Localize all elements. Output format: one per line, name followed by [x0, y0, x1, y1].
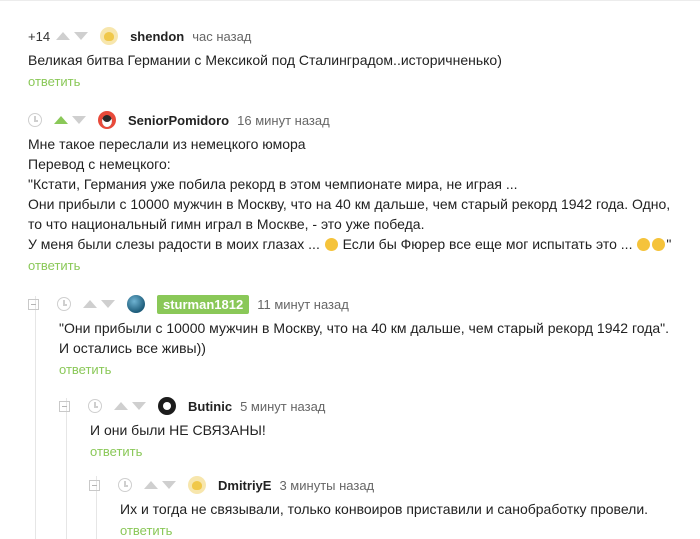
- avatar[interactable]: [188, 476, 206, 494]
- arrow-up-icon[interactable]: [83, 300, 97, 308]
- avatar[interactable]: [127, 295, 145, 313]
- author-name[interactable]: DmitriyE: [218, 478, 271, 493]
- collapse-icon[interactable]: [28, 298, 39, 310]
- comment-time[interactable]: 5 минут назад: [240, 399, 325, 414]
- clock-icon: [57, 297, 71, 311]
- author-name[interactable]: SeniorPomidoro: [128, 113, 229, 128]
- arrow-down-icon[interactable]: [72, 116, 86, 124]
- arrow-up-icon[interactable]: [56, 32, 71, 40]
- comment-line: то что национальный гимн играл в Москве,…: [28, 216, 425, 232]
- top-divider: [0, 0, 700, 1]
- comment-time[interactable]: 16 минут назад: [237, 113, 330, 128]
- collapse-icon[interactable]: [89, 479, 100, 491]
- comment-line: Если бы Фюрер все еще мог испытать это .…: [342, 236, 633, 252]
- avatar[interactable]: [100, 27, 119, 45]
- arrow-down-icon[interactable]: [162, 481, 176, 489]
- comment-body: Великая битва Германии с Мексикой под Ст…: [28, 50, 700, 70]
- clock-icon: [28, 113, 42, 127]
- reply-link[interactable]: ответить: [120, 523, 172, 538]
- smiley-emoji-icon: [652, 238, 666, 251]
- collapse-icon[interactable]: [59, 400, 70, 412]
- smiley-emoji-icon: [324, 238, 338, 251]
- comment-line: Они прибыли с 10000 мужчин в Москву, что…: [28, 196, 671, 212]
- comment-header: sturman1812 11 минут назад: [28, 293, 700, 315]
- comment-line: "Они прибыли с 10000 мужчин в Москву, чт…: [59, 320, 670, 336]
- clock-icon: [118, 478, 132, 492]
- comment-line: ": [666, 236, 672, 252]
- arrow-up-icon[interactable]: [54, 116, 68, 124]
- reply-link[interactable]: ответить: [28, 74, 80, 89]
- reply-link[interactable]: ответить: [90, 444, 142, 459]
- comment-body: Их и тогда не связывали, только конвоиро…: [89, 499, 700, 519]
- comment-rating: +14: [28, 28, 51, 44]
- comment-dmitriye: DmitriyE 3 минуты назад Их и тогда не св…: [89, 474, 700, 539]
- smiley-emoji-icon: [637, 238, 651, 251]
- comment-header: SeniorPomidoro 16 минут назад: [28, 109, 700, 131]
- comment-line: Великая битва Германии с Мексикой под Ст…: [28, 52, 502, 68]
- arrow-down-icon[interactable]: [74, 32, 89, 40]
- comment-line: И остались все живы)): [59, 340, 206, 356]
- reply-link[interactable]: ответить: [28, 258, 80, 273]
- comment-time[interactable]: час назад: [192, 29, 251, 44]
- arrow-down-icon[interactable]: [101, 300, 115, 308]
- comment-body: И они были НЕ СВЯЗАНЫ!: [59, 420, 700, 440]
- comment-header: Butinic 5 минут назад: [59, 395, 700, 417]
- comment-time[interactable]: 3 минуты назад: [279, 478, 374, 493]
- arrow-up-icon[interactable]: [114, 402, 128, 410]
- comment-line: У меня были слезы радости в моих глазах …: [28, 236, 320, 252]
- arrow-up-icon[interactable]: [144, 481, 158, 489]
- comment-body: "Они прибыли с 10000 мужчин в Москву, чт…: [28, 318, 700, 358]
- comment-sturman1812: sturman1812 11 минут назад "Они прибыли …: [28, 293, 700, 379]
- comment-line: И они были НЕ СВЯЗАНЫ!: [90, 422, 266, 438]
- author-name[interactable]: Butinic: [188, 399, 232, 414]
- arrow-down-icon[interactable]: [132, 402, 146, 410]
- comment-header: DmitriyE 3 минуты назад: [89, 474, 700, 496]
- comment-line-mixed: У меня были слезы радости в моих глазах …: [28, 234, 700, 254]
- comment-header: +14 shendon час назад: [28, 25, 700, 47]
- author-name[interactable]: sturman1812: [157, 294, 250, 314]
- comment-line: Их и тогда не связывали, только конвоиро…: [120, 501, 649, 517]
- comment-seniorpomidoro: SeniorPomidoro 16 минут назад Мне такое …: [28, 109, 700, 275]
- comment-line: Перевод с немецкого:: [28, 156, 171, 172]
- comment-time[interactable]: 11 минут назад: [257, 297, 349, 312]
- comment-line: Мне такое переслали из немецкого юмора: [28, 136, 306, 152]
- comment-shendon: +14 shendon час назад Великая битва Герм…: [28, 25, 700, 91]
- comment-line: "Кстати, Германия уже побила рекорд в эт…: [28, 176, 518, 192]
- clock-icon: [88, 399, 102, 413]
- comment-body: Мне такое переслали из немецкого юмора П…: [28, 134, 700, 254]
- comment-butinic: Butinic 5 минут назад И они были НЕ СВЯЗ…: [59, 395, 700, 461]
- avatar[interactable]: [158, 397, 176, 415]
- reply-link[interactable]: ответить: [59, 362, 111, 377]
- author-name[interactable]: shendon: [130, 29, 184, 44]
- avatar[interactable]: [98, 111, 116, 129]
